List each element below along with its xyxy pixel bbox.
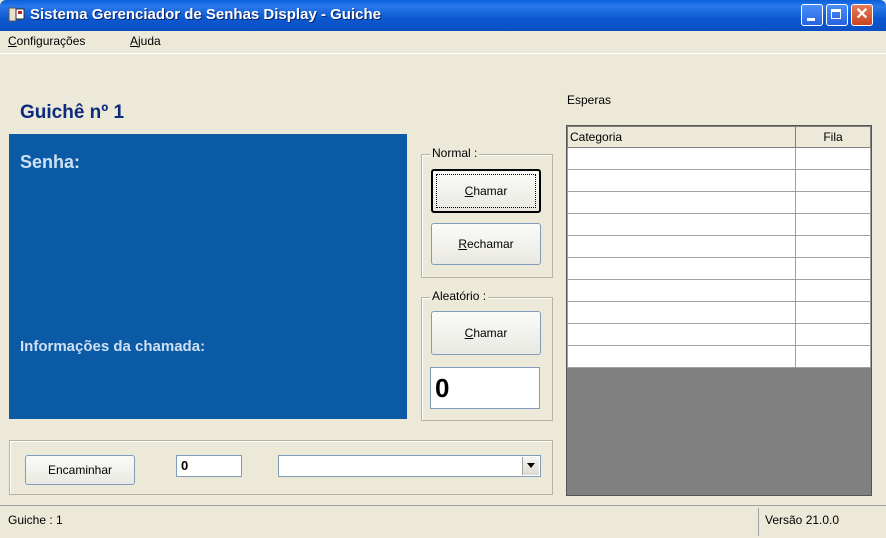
cell-categoria: [567, 323, 796, 346]
cell-categoria: [567, 279, 796, 302]
table-row[interactable]: [567, 257, 871, 280]
menu-ajuda[interactable]: Ajuda: [130, 34, 161, 48]
table-row[interactable]: [567, 191, 871, 214]
cell-fila: [795, 323, 871, 346]
window-title: Sistema Gerenciador de Senhas Display - …: [30, 6, 381, 23]
table-row[interactable]: [567, 235, 871, 258]
menu-configuracoes[interactable]: Configurações: [8, 34, 85, 48]
aleatorio-chamar-label: hamar: [473, 326, 508, 340]
cell-categoria: [567, 169, 796, 192]
table-row[interactable]: [567, 345, 871, 368]
menu-configuracoes-accel: C: [8, 34, 17, 48]
menu-ajuda-label: juda: [138, 34, 161, 48]
table-row[interactable]: [567, 147, 871, 170]
table-row[interactable]: [567, 169, 871, 192]
esperas-label: Esperas: [567, 93, 612, 107]
maximize-icon: [831, 9, 841, 19]
senha-label: Senha:: [20, 152, 81, 172]
call-display-panel: Senha: Informações da chamada:: [9, 134, 407, 419]
minimize-icon: [807, 18, 815, 21]
maximize-button[interactable]: [826, 4, 848, 26]
guiche-title: Guichê nº 1: [20, 102, 125, 123]
menu-bar: Configurações Ajuda: [0, 31, 886, 54]
normal-group-title: Normal :: [430, 146, 480, 160]
cell-categoria: [567, 301, 796, 324]
cell-fila: [795, 147, 871, 170]
rechamar-button[interactable]: Rechamar: [431, 223, 541, 265]
cell-fila: [795, 169, 871, 192]
title-bar[interactable]: Sistema Gerenciador de Senhas Display - …: [0, 0, 886, 31]
cell-categoria: [567, 257, 796, 280]
focus-ring: [436, 174, 536, 208]
table-row[interactable]: [567, 213, 871, 236]
normal-chamar-button[interactable]: Chamar: [431, 169, 541, 213]
cell-categoria: [567, 191, 796, 214]
menu-ajuda-accel: A: [130, 34, 139, 48]
cell-fila: [795, 235, 871, 258]
minimize-button[interactable]: [801, 4, 823, 26]
aleatorio-number-field[interactable]: 0: [430, 367, 540, 409]
menu-configuracoes-label: onfigurações: [16, 34, 86, 48]
cell-categoria: [567, 345, 796, 368]
esperas-table: Categoria Fila: [567, 126, 871, 368]
call-info-label: Informações da chamada:: [20, 338, 206, 355]
aleatorio-chamar-button[interactable]: Chamar: [431, 311, 541, 355]
cell-fila: [795, 279, 871, 302]
status-separator: [758, 508, 759, 536]
table-row[interactable]: [567, 301, 871, 324]
app-window: Sistema Gerenciador de Senhas Display - …: [0, 0, 886, 538]
cell-categoria: [567, 235, 796, 258]
cell-categoria: [567, 213, 796, 236]
close-button[interactable]: ✕: [851, 4, 873, 26]
cell-fila: [795, 257, 871, 280]
encaminhar-button[interactable]: Encaminhar: [25, 455, 135, 485]
encaminhar-destination-select[interactable]: [278, 455, 541, 477]
cell-fila: [795, 213, 871, 236]
esperas-grid[interactable]: Categoria Fila: [566, 125, 872, 496]
status-bar: Guiche : 1 Versão 21.0.0: [0, 505, 886, 538]
status-version: Versão 21.0.0: [765, 513, 840, 527]
rechamar-accel: R: [458, 237, 467, 251]
app-icon: [8, 7, 25, 22]
cell-fila: [795, 301, 871, 324]
cell-categoria: [567, 147, 796, 170]
rechamar-label: echamar: [466, 237, 514, 251]
aleatorio-group-title: Aleatório :: [430, 289, 489, 303]
cell-fila: [795, 345, 871, 368]
dropdown-button[interactable]: [522, 457, 539, 475]
status-guiche: Guiche : 1: [8, 513, 63, 527]
chevron-down-icon: [527, 463, 535, 468]
close-icon: ✕: [855, 6, 869, 23]
column-header-categoria[interactable]: Categoria: [567, 126, 796, 148]
cell-fila: [795, 191, 871, 214]
table-row[interactable]: [567, 279, 871, 302]
table-header-row: Categoria Fila: [567, 126, 871, 148]
table-row[interactable]: [567, 323, 871, 346]
column-header-fila[interactable]: Fila: [795, 126, 871, 148]
encaminhar-number-field[interactable]: 0: [176, 455, 242, 477]
